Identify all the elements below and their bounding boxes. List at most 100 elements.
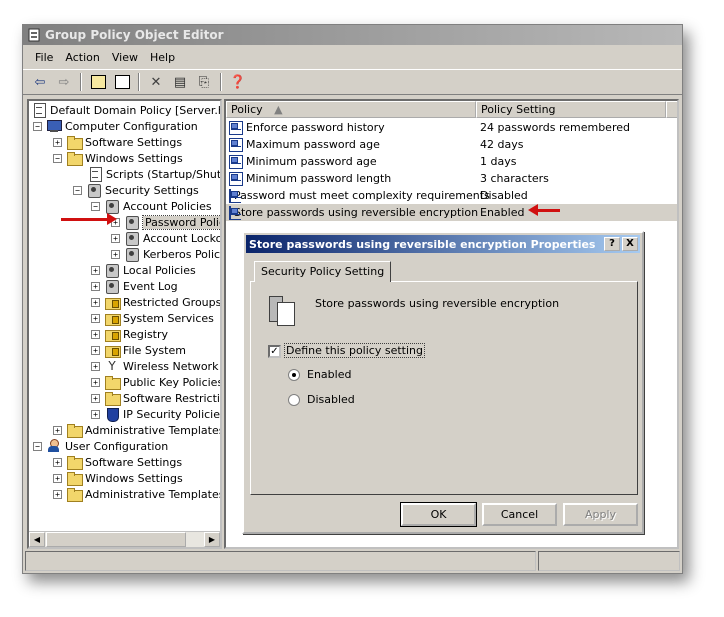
tree-item-event-log[interactable]: + Event Log bbox=[91, 278, 178, 294]
show-hide-tree-icon[interactable] bbox=[111, 72, 133, 92]
expand-toggle[interactable]: + bbox=[53, 425, 62, 435]
tree-item-security-settings[interactable]: − Security Settings bbox=[73, 182, 199, 198]
tab-panel: Store passwords using reversible encrypt… bbox=[250, 281, 638, 495]
table-row[interactable]: Enforce password history 24 passwords re… bbox=[226, 119, 677, 136]
expand-toggle[interactable]: + bbox=[91, 409, 100, 419]
back-arrow-icon[interactable]: ⇦ bbox=[29, 72, 51, 92]
tree-item-account-lockout[interactable]: + Account Lockou bbox=[111, 230, 220, 246]
tree-item-ip-security-policies[interactable]: + IP Security Policies bbox=[91, 406, 222, 422]
disabled-radio-label[interactable]: Disabled bbox=[307, 393, 355, 406]
tree-item-file-system[interactable]: + File System bbox=[91, 342, 186, 358]
scroll-right-icon[interactable]: ▶ bbox=[204, 532, 220, 547]
app-icon bbox=[27, 28, 41, 42]
define-policy-label[interactable]: Define this policy setting bbox=[284, 343, 425, 358]
tree-item-label: Wireless Network ( bbox=[123, 359, 222, 373]
expand-toggle[interactable]: + bbox=[91, 329, 100, 339]
expand-toggle[interactable]: + bbox=[53, 473, 62, 483]
cancel-button[interactable]: Cancel bbox=[482, 503, 557, 526]
tree-item-default-domain-policy[interactable]: Default Domain Policy [Server.hal.l bbox=[31, 102, 220, 118]
menu-help[interactable]: Help bbox=[144, 51, 181, 64]
close-button[interactable]: X bbox=[622, 237, 638, 251]
menu-action[interactable]: Action bbox=[59, 51, 105, 64]
tree-item-computer-configuration[interactable]: − Computer Configuration bbox=[33, 118, 198, 134]
tree-item-restricted-groups[interactable]: + Restricted Groups bbox=[91, 294, 220, 310]
expand-toggle[interactable]: + bbox=[91, 377, 100, 387]
policy-setting-icon bbox=[229, 171, 243, 186]
tree-item-user-windows-settings[interactable]: + Windows Settings bbox=[53, 470, 183, 486]
scroll-thumb[interactable] bbox=[46, 532, 186, 547]
collapse-toggle[interactable]: − bbox=[53, 153, 62, 163]
expand-toggle[interactable]: + bbox=[91, 345, 100, 355]
tree-item-user-administrative-templates[interactable]: + Administrative Templates bbox=[53, 486, 220, 502]
expand-toggle[interactable]: + bbox=[53, 137, 62, 147]
tree-item-account-policies[interactable]: − Account Policies bbox=[91, 198, 212, 214]
tree-item-wireless-network[interactable]: + Y Wireless Network ( bbox=[91, 358, 222, 374]
tree-item-user-software-settings[interactable]: + Software Settings bbox=[53, 454, 182, 470]
up-folder-icon[interactable] bbox=[87, 72, 109, 92]
expand-toggle[interactable]: + bbox=[91, 265, 100, 275]
dialog-title: Store passwords using reversible encrypt… bbox=[249, 237, 596, 251]
lock-folder-icon bbox=[104, 343, 121, 358]
tree-item-local-policies[interactable]: + Local Policies bbox=[91, 262, 196, 278]
policy-setting-icon bbox=[229, 205, 241, 220]
table-row[interactable]: Maximum password age 42 days bbox=[226, 136, 677, 153]
menu-view[interactable]: View bbox=[106, 51, 144, 64]
expand-toggle[interactable]: + bbox=[91, 361, 100, 371]
table-row-selected[interactable]: Store passwords using reversible encrypt… bbox=[226, 204, 677, 221]
enabled-radio[interactable] bbox=[288, 369, 300, 381]
apply-button[interactable]: Apply bbox=[563, 503, 638, 526]
collapse-toggle[interactable]: − bbox=[73, 185, 82, 195]
tree-item-registry[interactable]: + Registry bbox=[91, 326, 168, 342]
tree-item-password-policy[interactable]: + Password Polic bbox=[111, 214, 220, 230]
table-row[interactable]: Password must meet complexity requiremen… bbox=[226, 187, 677, 204]
tree-item-user-configuration[interactable]: − User Configuration bbox=[33, 438, 168, 454]
tree-item-label: IP Security Policies bbox=[123, 407, 222, 421]
folder-icon bbox=[66, 471, 83, 486]
table-row[interactable]: Minimum password age 1 days bbox=[226, 153, 677, 170]
forward-arrow-icon[interactable]: ⇨ bbox=[53, 72, 75, 92]
tree-pane[interactable]: Default Domain Policy [Server.hal.l − Co… bbox=[27, 99, 222, 549]
collapse-toggle[interactable]: − bbox=[33, 121, 42, 131]
tree-item-scripts[interactable]: Scripts (Startup/Shutdo bbox=[87, 166, 220, 182]
export-list-icon[interactable]: ⎘ bbox=[193, 72, 215, 92]
expand-toggle[interactable]: + bbox=[91, 281, 100, 291]
properties-icon[interactable]: ▤ bbox=[169, 72, 191, 92]
expand-toggle[interactable]: + bbox=[91, 313, 100, 323]
expand-toggle[interactable]: + bbox=[111, 249, 120, 259]
help-button[interactable]: ? bbox=[604, 237, 620, 251]
annotation-arrow-tree bbox=[61, 213, 117, 225]
tree-item-administrative-templates[interactable]: + Administrative Templates bbox=[53, 422, 220, 438]
column-header-policy-setting[interactable]: Policy Setting bbox=[476, 101, 666, 118]
expand-toggle[interactable]: + bbox=[91, 297, 100, 307]
expand-toggle[interactable]: + bbox=[111, 233, 120, 243]
tree-item-public-key-policies[interactable]: + Public Key Policies bbox=[91, 374, 220, 390]
tree-item-software-restriction[interactable]: + Software Restrictic bbox=[91, 390, 222, 406]
define-policy-checkbox[interactable]: ✓ bbox=[268, 345, 281, 358]
help-icon[interactable]: ❓ bbox=[227, 72, 249, 92]
tree-item-kerberos-policy[interactable]: + Kerberos Policy bbox=[111, 246, 220, 262]
expand-toggle[interactable]: + bbox=[53, 489, 62, 499]
enabled-radio-label[interactable]: Enabled bbox=[307, 368, 351, 381]
tree-item-label: Software Restrictic bbox=[123, 391, 222, 405]
table-row[interactable]: Minimum password length 3 characters bbox=[226, 170, 677, 187]
collapse-toggle[interactable]: − bbox=[33, 441, 42, 451]
policy-name: Store passwords using reversible encrypt… bbox=[234, 206, 479, 219]
delete-icon[interactable]: ✕ bbox=[145, 72, 167, 92]
disabled-radio[interactable] bbox=[288, 394, 300, 406]
scroll-left-icon[interactable]: ◀ bbox=[29, 532, 45, 547]
tree-item-software-settings[interactable]: + Software Settings bbox=[53, 134, 182, 150]
column-header-policy[interactable]: Policy ▲ bbox=[226, 101, 476, 118]
gear-icon bbox=[104, 199, 120, 214]
ok-button[interactable]: OK bbox=[400, 502, 477, 527]
policy-setting-value: 24 passwords remembered bbox=[480, 121, 630, 134]
tree-item-label: Event Log bbox=[123, 279, 178, 293]
expand-toggle[interactable]: + bbox=[91, 393, 100, 403]
tree-item-system-services[interactable]: + System Services bbox=[91, 310, 214, 326]
menu-file[interactable]: File bbox=[29, 51, 59, 64]
tree-item-label: Account Policies bbox=[123, 199, 212, 213]
collapse-toggle[interactable]: − bbox=[91, 201, 100, 211]
tree-horizontal-scrollbar[interactable]: ◀ ▶ bbox=[29, 531, 220, 547]
tab-security-policy-setting[interactable]: Security Policy Setting bbox=[254, 261, 392, 282]
tree-item-windows-settings[interactable]: − Windows Settings bbox=[53, 150, 183, 166]
expand-toggle[interactable]: + bbox=[53, 457, 62, 467]
